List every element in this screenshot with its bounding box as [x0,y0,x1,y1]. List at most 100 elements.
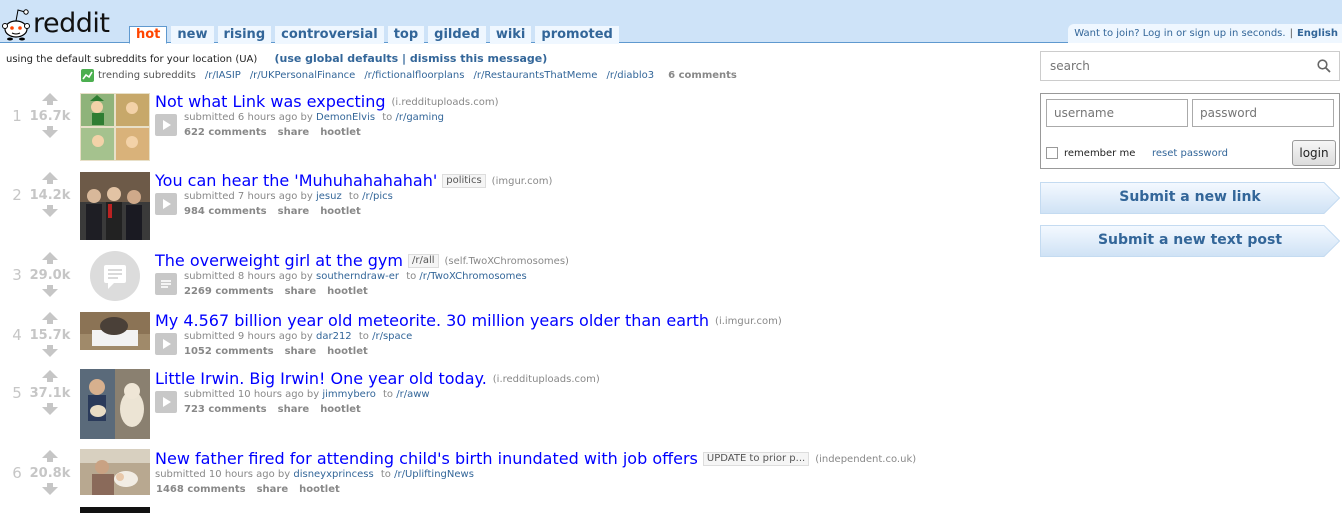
reddit-logo[interactable]: reddit [2,2,112,42]
post-title-link[interactable]: Not what Link was expecting (i.reddituplo… [155,92,499,111]
post-domain[interactable]: (i.reddituploads.com) [392,97,499,108]
post-thumbnail[interactable] [80,369,150,439]
video-expando-button[interactable] [155,391,177,413]
infobar-actions[interactable]: (use global defaults | dismiss this mess… [274,52,547,65]
hootlet-button[interactable]: hootlet [320,404,361,415]
header: reddit hot new rising controversial top … [0,0,1342,44]
submit-link-button[interactable]: Submit a new link [1040,182,1340,214]
post-domain[interactable]: (i.reddituploads.com) [493,374,600,385]
post-title-link[interactable]: The overweight girl at the gym/r/all (sel… [155,251,569,270]
post-tagline: submitted 6 hours ago by DemonElvis to /… [184,112,444,123]
tab-hot[interactable]: hot [129,26,168,44]
downvote-arrow-icon[interactable] [41,402,59,416]
post-buttons: 723 comments share hootlet [184,404,372,415]
video-expando-button[interactable] [155,333,177,355]
share-button[interactable]: share [285,346,317,357]
post-domain[interactable]: (i.imgur.com) [715,316,782,327]
downvote-arrow-icon[interactable] [41,125,59,139]
location-infobar: using the default subreddits for your lo… [6,52,547,65]
search-icon[interactable] [1317,59,1331,73]
comments-link[interactable]: 984 comments [184,206,267,217]
post-subreddit-link[interactable]: /r/gaming [395,112,444,123]
comments-link[interactable]: 723 comments [184,404,267,415]
share-button[interactable]: share [278,127,310,138]
submit-text-button[interactable]: Submit a new text post [1040,225,1340,257]
upvote-arrow-icon[interactable] [41,171,59,185]
post-thumbnail[interactable] [80,172,150,240]
post-title-link[interactable]: Little Irwin. Big Irwin! One year old to… [155,369,600,388]
upvote-arrow-icon[interactable] [41,92,59,106]
next-post-thumbnail[interactable] [80,507,150,513]
post-thumbnail[interactable] [80,312,150,350]
post-author-link[interactable]: southerndraw-er [316,271,399,282]
upvote-arrow-icon[interactable] [41,449,59,463]
comments-link[interactable]: 2269 comments [184,286,274,297]
downvote-arrow-icon[interactable] [41,344,59,358]
password-field[interactable] [1192,99,1334,127]
trending-sub-link[interactable]: /r/UKPersonalFinance [250,70,356,81]
post-rank: 1 [12,107,22,125]
share-button[interactable]: share [285,286,317,297]
trending-sub-link[interactable]: /r/fictionalfloorplans [364,70,464,81]
video-expando-button[interactable] [155,114,177,136]
comments-link[interactable]: 1468 comments [156,484,246,495]
tab-controversial[interactable]: controversial [275,26,384,44]
post-author-link[interactable]: DemonElvis [316,112,375,123]
downvote-arrow-icon[interactable] [41,482,59,496]
post-domain[interactable]: (imgur.com) [492,176,553,187]
text-expando-button[interactable] [155,273,177,295]
post-author-link[interactable]: jesuz [316,191,342,202]
post-title: Little Irwin. Big Irwin! One year old to… [155,369,487,388]
comments-link[interactable]: 1052 comments [184,346,274,357]
post-title-link[interactable]: My 4.567 billion year old meteorite. 30 … [155,311,782,330]
downvote-arrow-icon[interactable] [41,284,59,298]
reset-password-link[interactable]: reset password [1152,148,1228,159]
search-input[interactable] [1041,52,1311,80]
hootlet-button[interactable]: hootlet [327,346,368,357]
comments-link[interactable]: 622 comments [184,127,267,138]
post-domain[interactable]: (independent.co.uk) [815,454,916,465]
tab-top[interactable]: top [387,26,425,44]
post-author-link[interactable]: jimmybero [322,389,375,400]
post-domain[interactable]: (self.TwoXChromosomes) [445,256,569,267]
post-thumbnail[interactable] [80,449,150,495]
share-button[interactable]: share [278,206,310,217]
login-signup-link[interactable]: Want to join? Log in or sign up in secon… [1074,28,1285,39]
remember-me-checkbox[interactable] [1046,147,1058,159]
upvote-arrow-icon[interactable] [41,369,59,383]
trending-comments-link[interactable]: 6 comments [668,70,737,81]
tagline-to: to [358,331,369,342]
tab-rising[interactable]: rising [217,26,272,44]
trending-sub-link[interactable]: /r/RestaurantsThatMeme [473,70,597,81]
tab-promoted[interactable]: promoted [535,26,619,44]
post-subreddit-link[interactable]: /r/TwoXChromosomes [419,271,526,282]
post-author-link[interactable]: dar212 [316,331,352,342]
self-post-icon[interactable] [80,251,150,303]
username-field[interactable] [1046,99,1188,127]
login-button[interactable]: login [1292,140,1336,166]
tab-wiki[interactable]: wiki [489,26,532,44]
hootlet-button[interactable]: hootlet [320,206,361,217]
trending-sub-link[interactable]: /r/diablo3 [606,70,654,81]
post-subreddit-link[interactable]: /r/pics [362,191,393,202]
tab-gilded[interactable]: gilded [428,26,486,44]
trending-sub-link[interactable]: /r/IASIP [205,70,241,81]
hootlet-button[interactable]: hootlet [320,127,361,138]
upvote-arrow-icon[interactable] [41,311,59,325]
share-button[interactable]: share [257,484,289,495]
language-link[interactable]: English [1297,28,1338,39]
downvote-arrow-icon[interactable] [41,204,59,218]
post-author-link[interactable]: disneyxprincess [293,469,373,480]
post-subreddit-link[interactable]: /r/space [372,331,412,342]
post-subreddit-link[interactable]: /r/UpliftingNews [394,469,474,480]
post-subreddit-link[interactable]: /r/aww [396,389,429,400]
post-thumbnail[interactable] [80,93,150,161]
share-button[interactable]: share [278,404,310,415]
hootlet-button[interactable]: hootlet [299,484,340,495]
upvote-arrow-icon[interactable] [41,251,59,265]
post-title-link[interactable]: You can hear the 'Muhuhahahahah' politics… [155,171,552,190]
video-expando-button[interactable] [155,193,177,215]
tab-new[interactable]: new [171,26,214,44]
hootlet-button[interactable]: hootlet [327,286,368,297]
post-title-link[interactable]: New father fired for attending child's b… [155,449,916,468]
